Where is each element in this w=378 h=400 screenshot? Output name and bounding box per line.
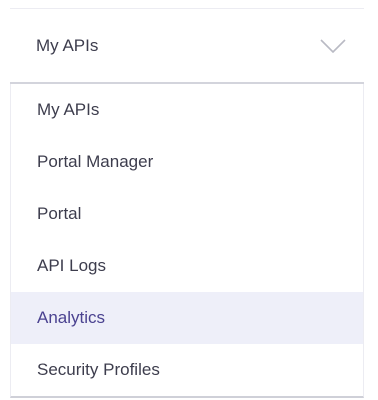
option-api-logs[interactable]: API Logs: [11, 240, 363, 292]
selected-value: My APIs: [36, 36, 99, 55]
chevron-down-icon[interactable]: [320, 39, 346, 53]
option-portal-manager[interactable]: Portal Manager: [11, 136, 363, 188]
option-portal[interactable]: Portal: [11, 188, 363, 240]
option-security-profiles[interactable]: Security Profiles: [11, 344, 363, 396]
option-my-apis[interactable]: My APIs: [11, 84, 363, 136]
api-section-select[interactable]: My APIs: [10, 8, 364, 84]
dropdown-menu: My APIs Portal Manager Portal API Logs A…: [10, 84, 364, 398]
option-analytics[interactable]: Analytics: [11, 292, 363, 344]
